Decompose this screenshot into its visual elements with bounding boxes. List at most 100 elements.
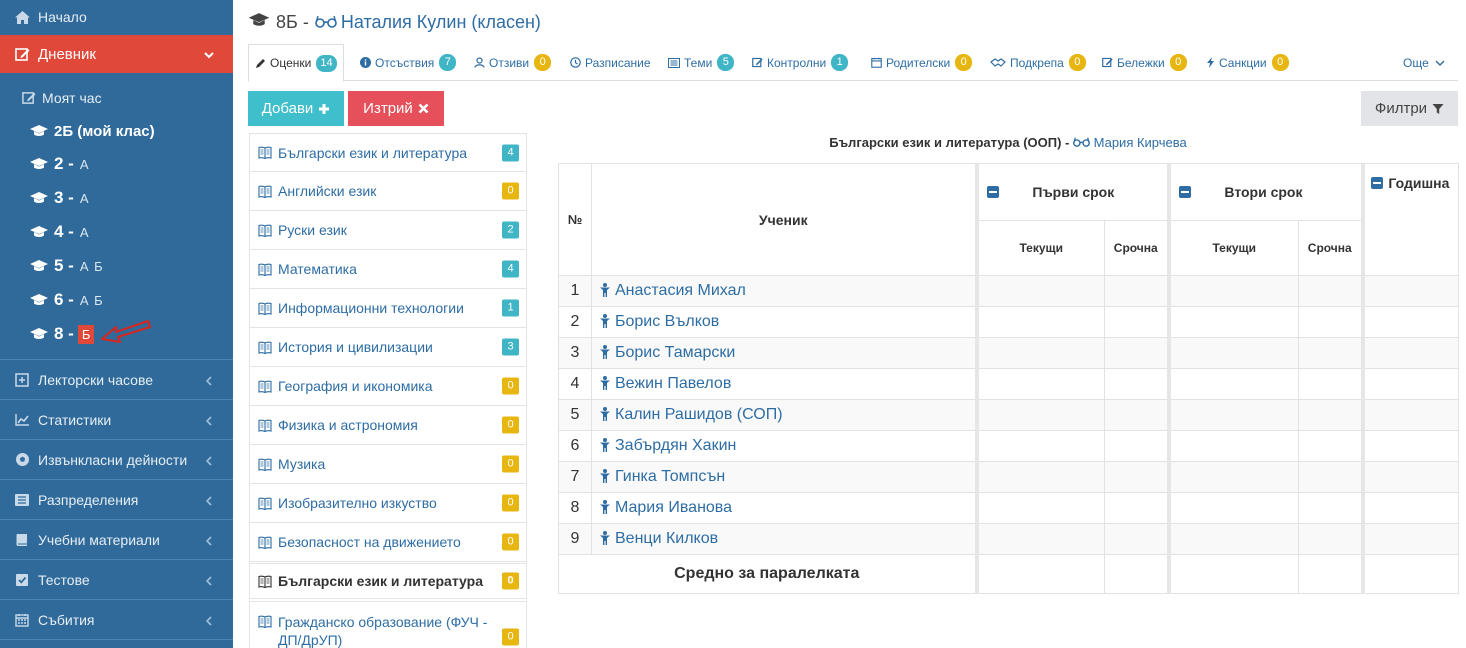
grade-cell[interactable]	[1298, 368, 1363, 400]
grade-cell[interactable]	[1360, 461, 1459, 493]
grade-cell[interactable]	[1104, 523, 1169, 555]
grade-cell[interactable]	[1360, 275, 1459, 307]
grade-cell[interactable]	[974, 306, 1105, 338]
grade-cell[interactable]	[974, 399, 1105, 431]
grade-cell[interactable]	[1298, 306, 1363, 338]
grade-cell[interactable]	[1360, 523, 1459, 555]
student-cell[interactable]: Борис Тамарски	[591, 337, 977, 369]
sidebar-item-events[interactable]: Събития	[0, 600, 233, 639]
teacher-link[interactable]: Наталия Кулин (класен)	[341, 12, 541, 33]
subject-item[interactable]: Физика и астрономия 0	[249, 406, 527, 445]
class-letters[interactable]: А Б	[80, 293, 104, 308]
grade-cell[interactable]	[1166, 368, 1299, 400]
student-cell[interactable]: Гинка Томпсън	[591, 461, 977, 493]
subject-item-selected[interactable]: Български език и литература 0	[249, 563, 527, 599]
grade-cell[interactable]	[1104, 430, 1169, 462]
sidebar-class-2b[interactable]: 2Б (мой клас)	[0, 119, 233, 143]
collapse-icon[interactable]	[1178, 186, 1191, 198]
student-cell[interactable]: Калин Рашидов (СОП)	[591, 399, 977, 431]
tab-sanctions[interactable]: Санкции 0	[1206, 44, 1289, 81]
class-letters[interactable]: А Б	[80, 259, 104, 274]
grade-cell[interactable]	[974, 430, 1105, 462]
grade-cell[interactable]	[1104, 492, 1169, 524]
grade-cell[interactable]	[1298, 337, 1363, 369]
sidebar-class-6[interactable]: 6 - А Б	[0, 288, 233, 312]
subject-item[interactable]: Гражданско образование (ФУЧ - ДП/ДрУП) 0	[249, 601, 527, 648]
grade-cell[interactable]	[974, 492, 1105, 524]
grade-cell[interactable]	[1104, 368, 1169, 400]
student-cell[interactable]: Мария Иванова	[591, 492, 977, 524]
sidebar-item-diary[interactable]: Дневник	[0, 35, 233, 73]
sidebar-item-lectures[interactable]: Лекторски часове	[0, 360, 233, 399]
grade-cell[interactable]	[1166, 523, 1299, 555]
sidebar-class-8[interactable]: 8 - Б	[0, 319, 233, 347]
grade-cell[interactable]	[1104, 399, 1169, 431]
annual-header[interactable]: Годишна	[1360, 163, 1459, 276]
grade-cell[interactable]	[1104, 461, 1169, 493]
tab-schedule[interactable]: Разписание	[570, 44, 651, 81]
subject-item[interactable]: Руски език 2	[249, 211, 527, 250]
sidebar-item-tests[interactable]: Тестове	[0, 560, 233, 599]
subject-item[interactable]: Информационни технологии 1	[249, 289, 527, 328]
sidebar-item-extracurricular[interactable]: Извънкласни дейности	[0, 440, 233, 479]
subject-item[interactable]: Музика 0	[249, 445, 527, 484]
grade-cell[interactable]	[1360, 430, 1459, 462]
grade-cell[interactable]	[1166, 275, 1299, 307]
grade-cell[interactable]	[1104, 275, 1169, 307]
grade-cell[interactable]	[1104, 306, 1169, 338]
grade-cell[interactable]	[1166, 492, 1299, 524]
class-letters[interactable]: А	[80, 157, 90, 172]
sidebar-item-statistics[interactable]: Статистики	[0, 400, 233, 439]
sidebar-item-home[interactable]: Начало	[0, 0, 233, 34]
collapse-icon[interactable]	[1370, 177, 1383, 189]
sidebar-item-materials[interactable]: Учебни материали	[0, 520, 233, 559]
student-cell[interactable]: Анастасия Михал	[591, 275, 977, 307]
grade-cell[interactable]	[974, 368, 1105, 400]
subject-item[interactable]: История и цивилизации 3	[249, 328, 527, 367]
subject-item[interactable]: Безопасност на движението 0	[249, 523, 527, 562]
grade-cell[interactable]	[1298, 430, 1363, 462]
grade-cell[interactable]	[974, 523, 1105, 555]
grade-cell[interactable]	[1360, 368, 1459, 400]
sidebar-class-3[interactable]: 3 - А	[0, 186, 233, 210]
add-button[interactable]: Добави	[248, 91, 344, 126]
tab-grades[interactable]: Оценки 14	[248, 44, 344, 82]
filters-button[interactable]: Филтри	[1361, 91, 1458, 126]
subject-item[interactable]: Български език и литература 4	[249, 133, 527, 172]
subject-item[interactable]: Изобразително изкуство 0	[249, 484, 527, 523]
collapse-icon[interactable]	[986, 186, 999, 198]
grade-cell[interactable]	[1298, 399, 1363, 431]
subject-item[interactable]: Английски език 0	[249, 172, 527, 211]
grade-cell[interactable]	[1298, 461, 1363, 493]
grade-cell[interactable]	[1360, 337, 1459, 369]
grade-cell[interactable]	[1298, 523, 1363, 555]
grade-cell[interactable]	[1360, 492, 1459, 524]
tab-reviews[interactable]: Отзиви 0	[474, 44, 552, 81]
student-cell[interactable]: Венци Килков	[591, 523, 977, 555]
grade-cell[interactable]	[1298, 492, 1363, 524]
sidebar-class-2[interactable]: 2 - А	[0, 152, 233, 176]
tab-tests[interactable]: Контролни 1	[752, 44, 849, 81]
tab-support[interactable]: Подкрепа 0	[990, 44, 1086, 81]
grade-cell[interactable]	[1166, 430, 1299, 462]
tab-more[interactable]: Още	[1403, 44, 1449, 81]
subject-item[interactable]: Математика 4	[249, 250, 527, 289]
grade-cell[interactable]	[1298, 275, 1363, 307]
grade-cell[interactable]	[1166, 461, 1299, 493]
tab-notes[interactable]: Бележки 0	[1102, 44, 1187, 81]
delete-button[interactable]: Изтрий	[348, 91, 444, 126]
student-cell[interactable]: Вежин Павелов	[591, 368, 977, 400]
tab-parent-meetings[interactable]: Родителски 0	[871, 44, 973, 81]
term2-header[interactable]: Втори срок	[1166, 163, 1363, 221]
grade-cell[interactable]	[974, 337, 1105, 369]
grade-cell[interactable]	[1360, 399, 1459, 431]
grade-cell[interactable]	[974, 461, 1105, 493]
sidebar-class-4[interactable]: 4 - А	[0, 220, 233, 244]
grade-cell[interactable]	[974, 275, 1105, 307]
caption-teacher-link[interactable]: Мария Кирчева	[1094, 135, 1187, 150]
class-letters[interactable]: А	[80, 191, 90, 206]
student-cell[interactable]: Борис Вълков	[591, 306, 977, 338]
sidebar-item-my-hour[interactable]: Моят час	[0, 86, 233, 110]
subject-item[interactable]: География и икономика 0	[249, 367, 527, 406]
tab-topics[interactable]: Теми 5	[668, 44, 735, 81]
